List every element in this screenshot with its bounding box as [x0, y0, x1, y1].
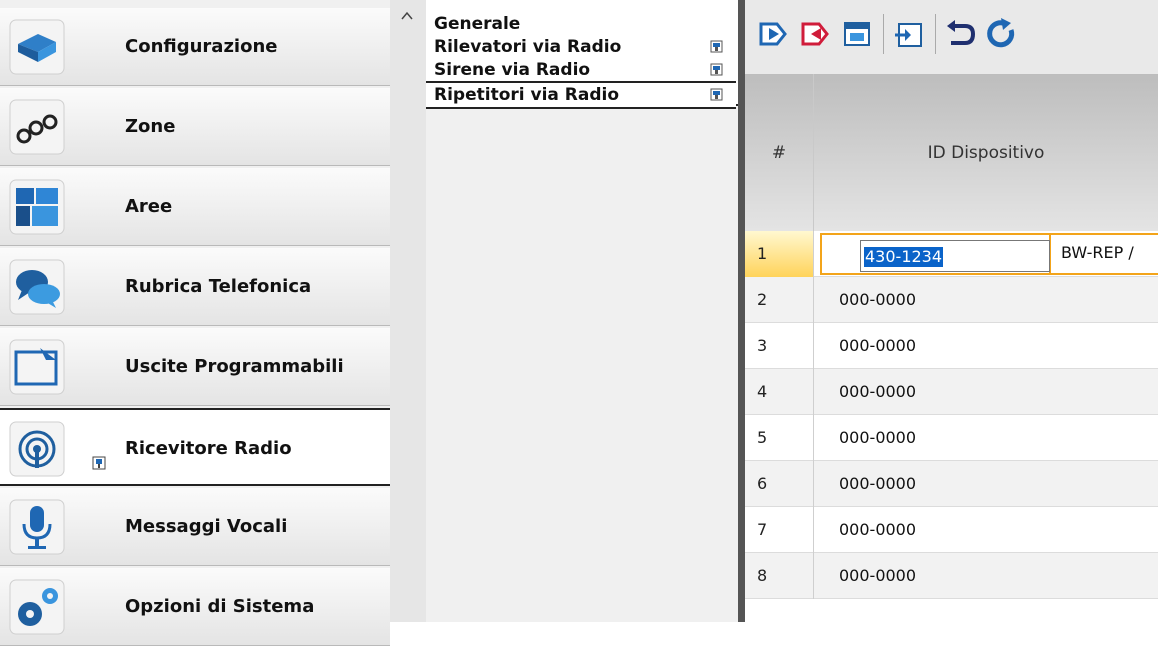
submenu-item-sirene-via-radio[interactable]: Sirene via Radio — [426, 58, 736, 82]
submenu-label: Ripetitori via Radio — [434, 85, 620, 105]
row-number: 2 — [745, 277, 814, 323]
refresh-icon[interactable] — [981, 14, 1021, 54]
pin-icon[interactable] — [710, 63, 723, 76]
device-id-value: 430-1234 — [864, 247, 944, 267]
undo-icon[interactable] — [941, 14, 981, 54]
table-row[interactable]: 7 000-0000 — [745, 507, 1158, 553]
nav-label: Opzioni di Sistema — [125, 596, 315, 617]
device-type-value: BW-REP / — [1061, 243, 1134, 262]
grid-header: # ID Dispositivo — [745, 74, 1158, 231]
repeaters-panel: # ID Dispositivo 1 430-1234 BW-REP / 2 0… — [739, 0, 1158, 622]
device-id-cell[interactable]: 430-1234 — [820, 233, 1051, 275]
nav-label: Ricevitore Radio — [125, 438, 292, 459]
download-icon[interactable] — [753, 14, 793, 54]
toolbar — [739, 0, 1158, 74]
table-row[interactable]: 6 000-0000 — [745, 461, 1158, 507]
device-id-value[interactable]: 000-0000 — [839, 507, 916, 553]
device-id-value[interactable]: 000-0000 — [839, 277, 916, 323]
pin-icon[interactable] — [710, 88, 723, 101]
pin-icon[interactable] — [92, 456, 106, 470]
areas-icon — [6, 176, 68, 238]
nav-item-opzioni-di-sistema[interactable]: Opzioni di Sistema — [0, 568, 390, 646]
device-id-value[interactable]: 000-0000 — [839, 415, 916, 461]
import-icon[interactable] — [889, 14, 929, 54]
pin-icon[interactable] — [710, 40, 723, 53]
upload-icon[interactable] — [795, 14, 835, 54]
row-number: 1 — [745, 231, 814, 277]
nav-item-rubrica-telefonica[interactable]: Rubrica Telefonica — [0, 248, 390, 326]
nav-item-zone[interactable]: Zone — [0, 88, 390, 166]
device-id-value[interactable]: 000-0000 — [839, 461, 916, 507]
configuration-icon — [6, 16, 68, 78]
device-id-value[interactable]: 000-0000 — [839, 369, 916, 415]
device-id-value[interactable]: 000-0000 — [839, 553, 916, 599]
table-row[interactable]: 3 000-0000 — [745, 323, 1158, 369]
submenu-item-rilevatori-via-radio[interactable]: Rilevatori via Radio — [426, 35, 736, 59]
row-number: 3 — [745, 323, 814, 369]
nav-label: Messaggi Vocali — [125, 516, 288, 537]
column-header-number[interactable]: # — [745, 74, 814, 231]
device-id-input[interactable]: 430-1234 — [860, 240, 1050, 272]
table-row[interactable]: 5 000-0000 — [745, 415, 1158, 461]
phonebook-icon — [6, 256, 68, 318]
row-number: 6 — [745, 461, 814, 507]
submenu-label: Generale — [434, 14, 521, 34]
nav-label: Uscite Programmabili — [125, 356, 344, 377]
row-number: 8 — [745, 553, 814, 599]
nav-item-ricevitore-radio[interactable]: Ricevitore Radio — [0, 408, 390, 486]
table-row[interactable]: 8 000-0000 — [745, 553, 1158, 599]
column-header-device-id[interactable]: ID Dispositivo — [814, 74, 1158, 231]
chevron-up-icon[interactable] — [400, 10, 414, 22]
save-panel-icon[interactable] — [837, 14, 877, 54]
nav-label: Zone — [125, 116, 176, 137]
row-number: 4 — [745, 369, 814, 415]
row-number: 7 — [745, 507, 814, 553]
device-id-value[interactable]: 000-0000 — [839, 323, 916, 369]
zones-icon — [6, 96, 68, 158]
submenu-label: Rilevatori via Radio — [434, 37, 622, 57]
radio-receiver-icon — [6, 418, 68, 480]
microphone-icon — [6, 496, 68, 558]
submenu-panel: Generale Rilevatori via Radio Sirene via… — [426, 0, 739, 622]
devices-grid: # ID Dispositivo 1 430-1234 BW-REP / 2 0… — [739, 74, 1158, 622]
system-options-icon — [6, 576, 68, 638]
main-navigation: Configurazione Zone Aree Rubrica Telefon… — [0, 0, 391, 646]
table-row[interactable]: 1 430-1234 BW-REP / — [745, 231, 1158, 277]
device-type-cell[interactable]: BW-REP / — [1049, 233, 1158, 275]
nav-item-aree[interactable]: Aree — [0, 168, 390, 246]
table-row[interactable]: 2 000-0000 — [745, 277, 1158, 323]
programmable-outputs-icon — [6, 336, 68, 398]
nav-label: Aree — [125, 196, 173, 217]
nav-item-uscite-programmabili[interactable]: Uscite Programmabili — [0, 328, 390, 406]
submenu-item-ripetitori-via-radio[interactable]: Ripetitori via Radio — [426, 81, 736, 109]
submenu-label: Sirene via Radio — [434, 60, 591, 80]
nav-item-messaggi-vocali[interactable]: Messaggi Vocali — [0, 488, 390, 566]
submenu-item-generale[interactable]: Generale — [426, 12, 736, 36]
row-number: 5 — [745, 415, 814, 461]
nav-label: Rubrica Telefonica — [125, 276, 312, 297]
nav-item-configurazione[interactable]: Configurazione — [0, 8, 390, 86]
nav-label: Configurazione — [125, 36, 278, 57]
table-row[interactable]: 4 000-0000 — [745, 369, 1158, 415]
nav-scrollbar[interactable] — [390, 0, 426, 622]
